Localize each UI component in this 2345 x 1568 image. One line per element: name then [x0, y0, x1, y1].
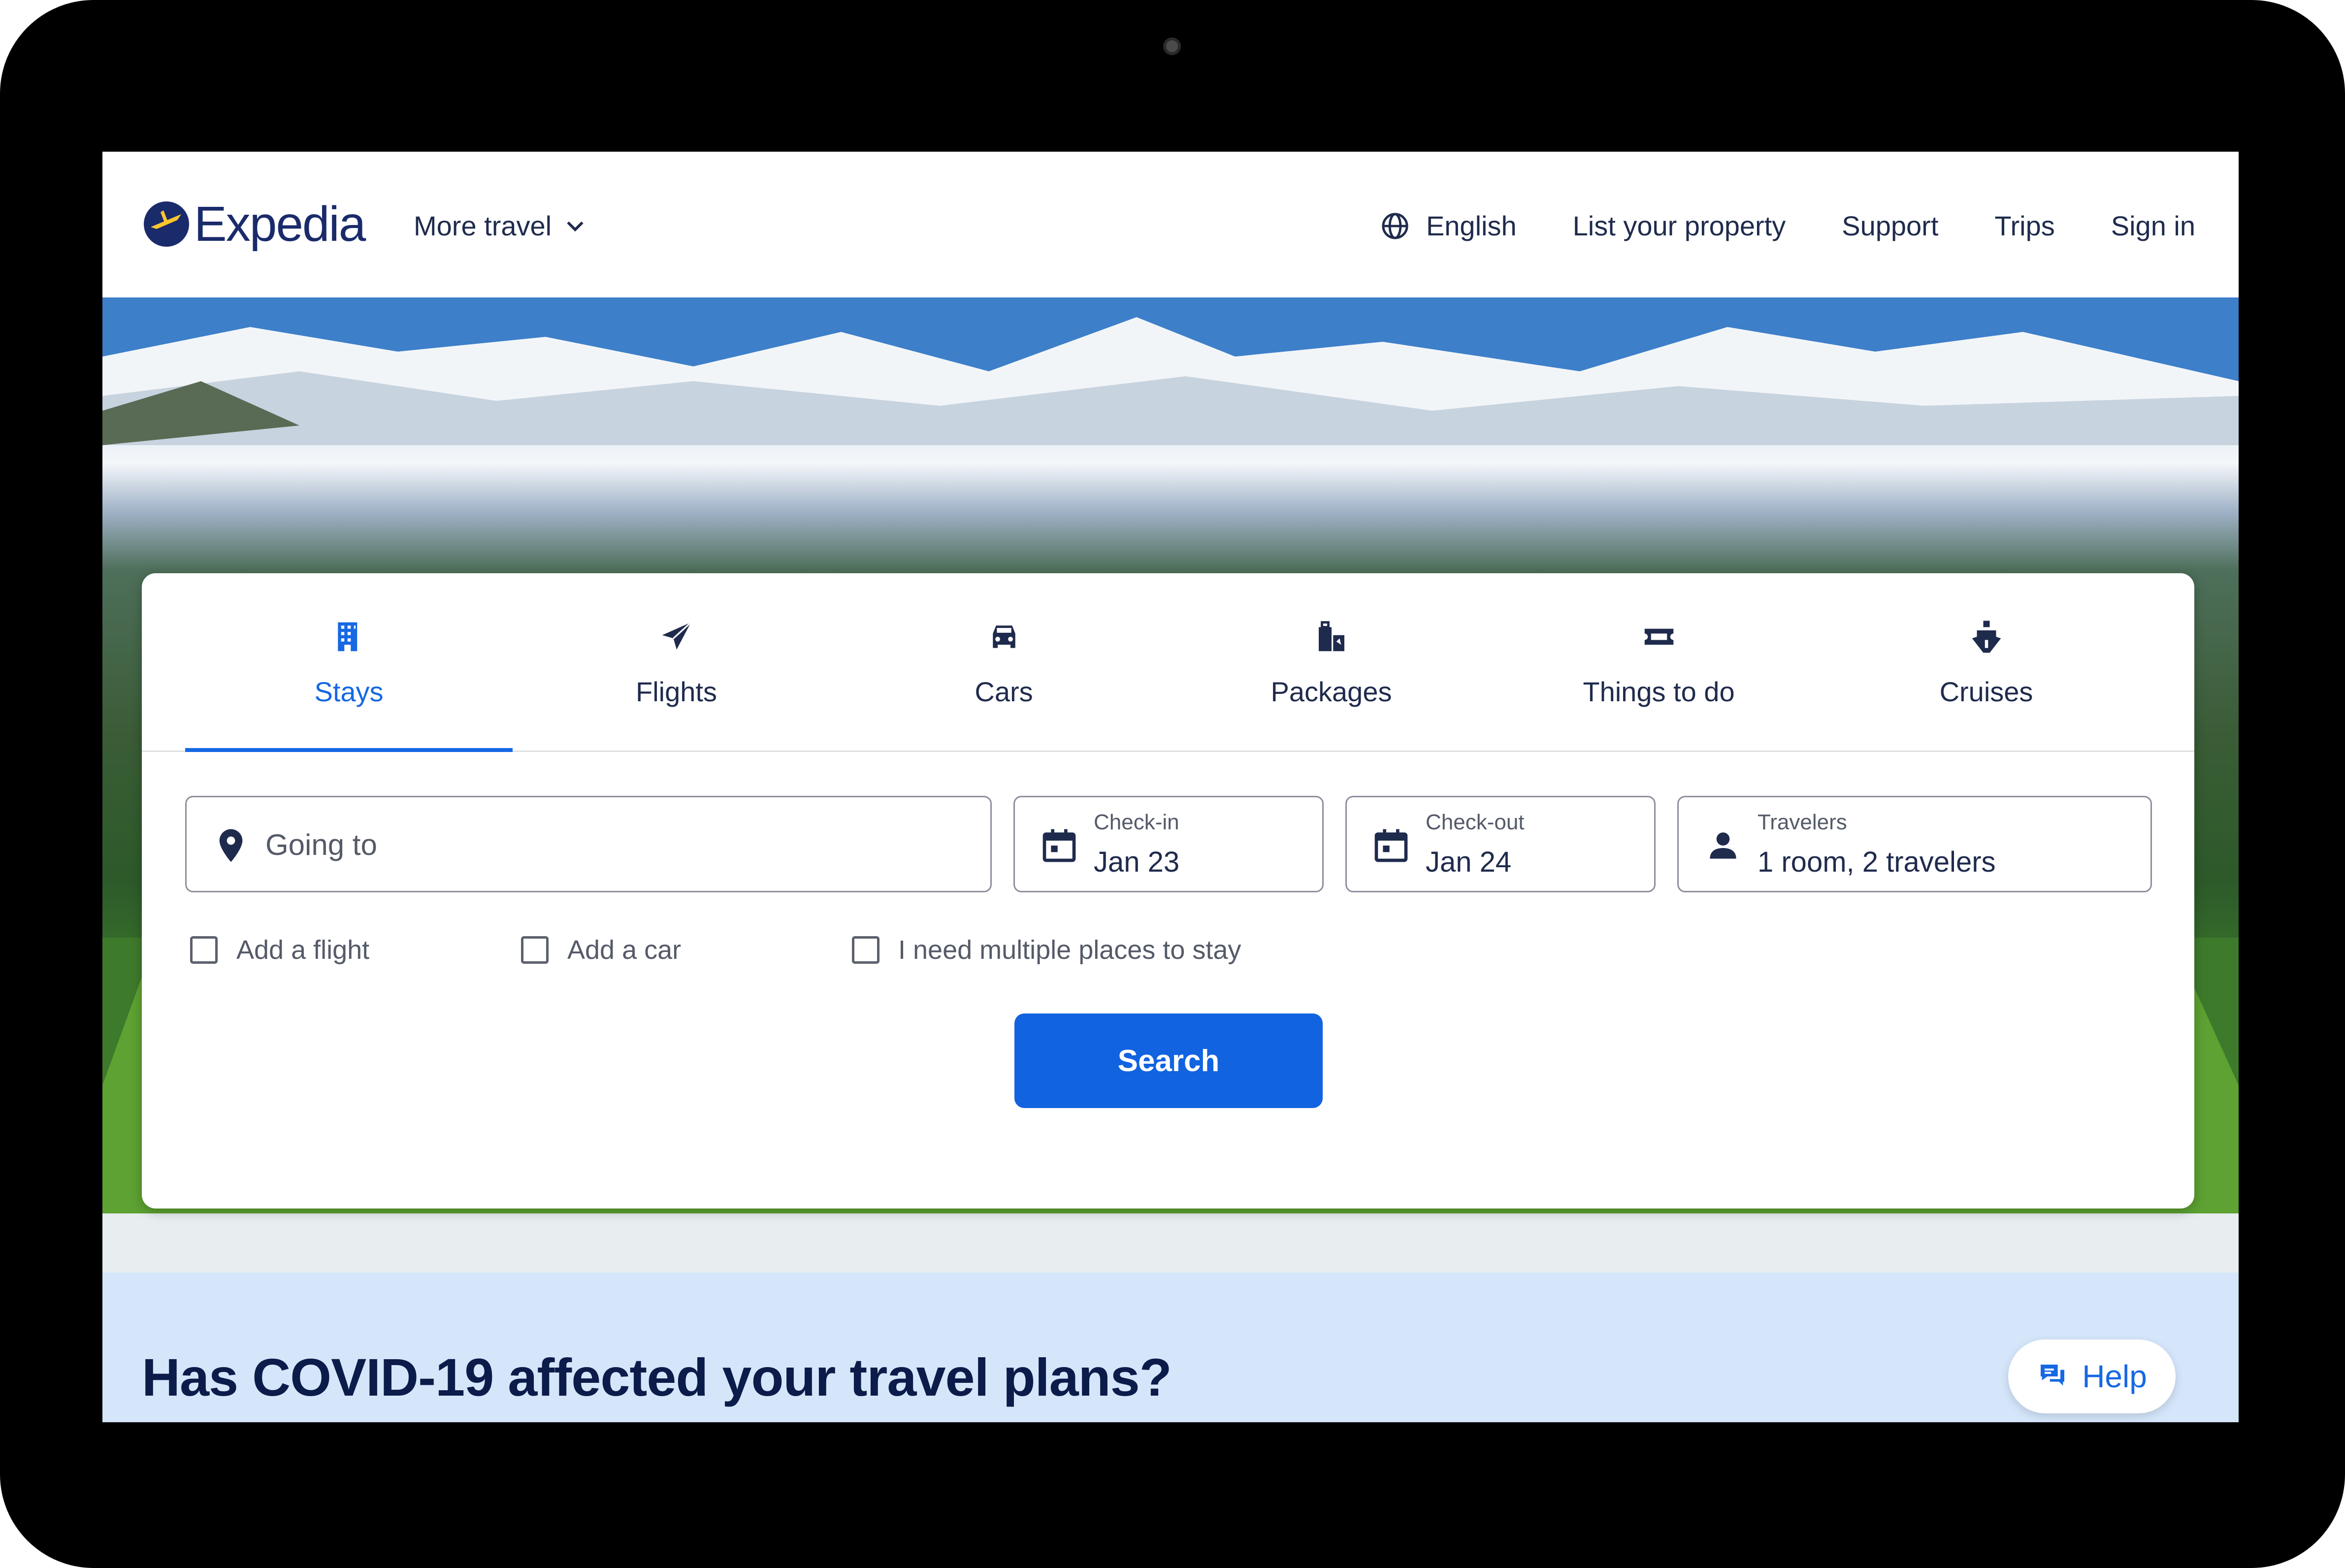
tab-cars-label: Cars: [975, 676, 1033, 707]
chat-icon: [2041, 1365, 2065, 1386]
tab-cars[interactable]: Cars: [840, 573, 1168, 751]
browser-viewport: Expedia More travel English List your pr…: [102, 152, 2239, 1422]
tab-packages[interactable]: Packages: [1168, 573, 1495, 751]
going-to-field[interactable]: Going to: [185, 796, 992, 892]
list-property-label: List your property: [1572, 210, 1786, 241]
site-header: Expedia More travel English List your pr…: [102, 152, 2239, 297]
more-travel-menu[interactable]: More travel: [414, 210, 586, 242]
building-icon: [337, 622, 357, 652]
calendar-icon: [1374, 829, 1408, 862]
expedia-globe-icon: [144, 201, 189, 247]
sign-in-link[interactable]: Sign in: [2111, 210, 2195, 242]
trips-link[interactable]: Trips: [1994, 210, 2054, 242]
location-pin-icon: [219, 829, 243, 862]
check-in-value: Jan 23: [1094, 846, 1180, 878]
ticket-icon: [1644, 628, 1673, 645]
covid-heading: Has COVID-19 affected your travel plans?: [142, 1347, 1172, 1407]
tab-things-to-do-label: Things to do: [1583, 676, 1735, 707]
tab-cruises[interactable]: Cruises: [1823, 573, 2150, 751]
more-travel-label: More travel: [414, 210, 552, 241]
tab-cruises-label: Cruises: [1939, 676, 2033, 707]
check-out-field[interactable]: Check-out Jan 24: [1345, 796, 1656, 892]
packages-icon: [1318, 621, 1344, 652]
multiple-places-label: I need multiple places to stay: [898, 935, 1241, 965]
add-flight-label: Add a flight: [236, 935, 370, 965]
check-out-value: Jan 24: [1426, 846, 1512, 878]
covid-banner: Has COVID-19 affected your travel plans?…: [102, 1273, 2239, 1422]
globe-icon: [1382, 212, 1408, 239]
tablet-frame: Expedia More travel English List your pr…: [0, 0, 2345, 1568]
sign-in-label: Sign in: [2111, 210, 2195, 241]
camera: [1163, 37, 1181, 55]
header-nav: English List your property Support Trips…: [1381, 210, 2195, 242]
mountain-backdrop: [102, 297, 2239, 445]
checkbox-box[interactable]: [852, 936, 879, 964]
plane-icon: [662, 621, 691, 650]
travelers-label: Travelers: [1758, 810, 1847, 834]
search-button[interactable]: Search: [1014, 1013, 1323, 1108]
tab-flights-label: Flights: [636, 676, 717, 707]
travelers-field[interactable]: Travelers 1 room, 2 travelers: [1677, 796, 2152, 892]
travelers-value: 1 room, 2 travelers: [1758, 846, 1996, 878]
multiple-places-checkbox[interactable]: I need multiple places to stay: [852, 935, 1241, 965]
tab-stays-label: Stays: [314, 676, 384, 707]
help-button[interactable]: Help: [2008, 1339, 2176, 1413]
language-selector[interactable]: English: [1381, 210, 1517, 242]
car-icon: [992, 625, 1015, 648]
person-icon: [1710, 832, 1736, 859]
chevron-down-icon: [567, 221, 584, 231]
hero-image: Stays Flights Cars Packages Things to do…: [102, 297, 2239, 1273]
add-car-checkbox[interactable]: Add a car: [521, 935, 681, 965]
checkbox-box[interactable]: [521, 936, 549, 964]
tab-stays[interactable]: Stays: [185, 573, 513, 752]
tab-packages-label: Packages: [1270, 676, 1392, 707]
travel-type-tabs: Stays Flights Cars Packages Things to do…: [142, 573, 2194, 752]
add-flight-checkbox[interactable]: Add a flight: [190, 935, 369, 965]
support-link[interactable]: Support: [1842, 210, 1938, 242]
check-in-field[interactable]: Check-in Jan 23: [1013, 796, 1324, 892]
check-in-label: Check-in: [1094, 810, 1179, 834]
help-label: Help: [2082, 1359, 2147, 1394]
checkbox-box[interactable]: [190, 936, 218, 964]
expedia-logo[interactable]: Expedia: [142, 192, 366, 256]
list-property-link[interactable]: List your property: [1573, 210, 1786, 242]
cruise-ship-icon: [1972, 621, 2001, 653]
trips-label: Trips: [1994, 210, 2055, 241]
add-car-label: Add a car: [567, 935, 682, 965]
brand-name: Expedia: [194, 196, 366, 252]
language-label: English: [1426, 210, 1517, 241]
tab-things-to-do[interactable]: Things to do: [1495, 573, 1823, 751]
calendar-icon: [1042, 829, 1076, 862]
tab-flights[interactable]: Flights: [513, 573, 840, 751]
support-label: Support: [1842, 210, 1939, 241]
going-to-placeholder: Going to: [265, 828, 377, 861]
search-card: Stays Flights Cars Packages Things to do…: [142, 573, 2194, 1209]
check-out-label: Check-out: [1426, 810, 1525, 834]
